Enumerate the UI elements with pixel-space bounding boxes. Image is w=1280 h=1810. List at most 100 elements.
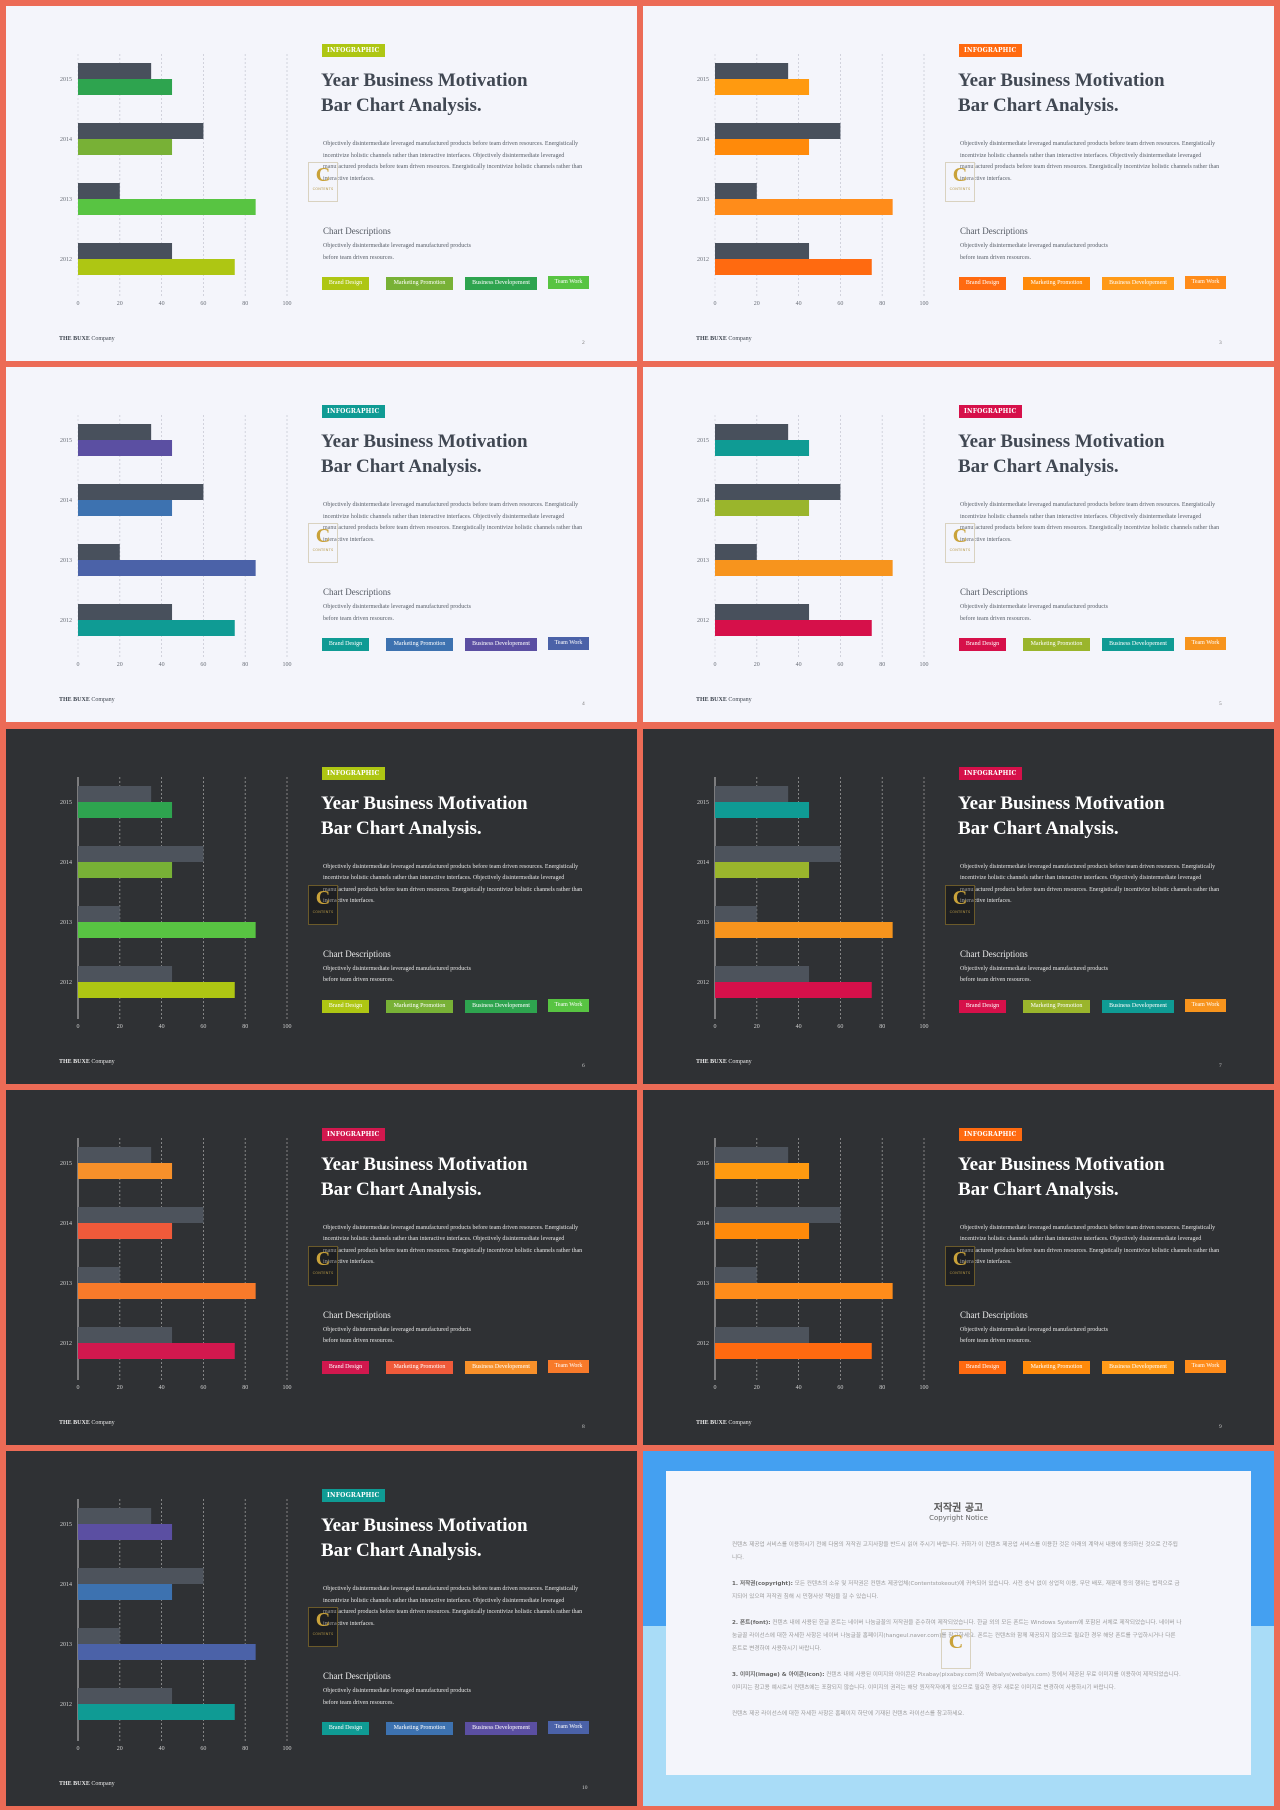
bar-highlight-2015	[78, 801, 173, 818]
slide-body-text: Objectively disintermediate leveraged ma…	[960, 863, 1220, 905]
footer-brand: THE BUXE Company	[696, 1059, 752, 1065]
contents-logo-text: CONTENTS	[312, 1270, 334, 1275]
slide-thumbnail-4[interactable]: 0 20 40 60 80 100 2015 2014 2013 2012 INFOGRAPHIC…	[6, 367, 637, 723]
x-tick-label: 60	[200, 1024, 206, 1030]
slide-thumbnail-3[interactable]: 0 20 40 60 80 100 2015 2014 2013 2012 INFOGRAPHIC…	[643, 6, 1274, 361]
legend-team-work: Team Work	[1185, 637, 1226, 651]
footer-brand-name: THE BUXE	[59, 1419, 90, 1426]
x-tick-label: 40	[159, 301, 165, 307]
footer-brand-company: Company	[728, 697, 752, 704]
legend-team-work: Team Work	[548, 1721, 589, 1735]
bar-highlight-2015	[715, 79, 810, 95]
bar-baseline-2012	[78, 243, 173, 259]
bar-chart: 0 20 40 60 80 100 2015 2014 2013 2012	[6, 1451, 306, 1771]
contents-logo-icon: C	[315, 525, 331, 548]
slide-title-line-1: Year Business Motivation	[321, 1515, 528, 1537]
bar-baseline-2014	[78, 484, 204, 501]
contents-logo-icon: C	[952, 886, 968, 909]
chart-descriptions-heading: Chart Descriptions	[323, 948, 391, 959]
chart-descriptions-text: Objectively disintermediate leveraged ma…	[323, 1326, 471, 1345]
x-tick-label: 20	[117, 662, 123, 668]
y-category-label: 2015	[60, 438, 72, 444]
legend-marketing-promotion: Marketing Promotion	[1023, 1360, 1090, 1374]
footer-brand-name: THE BUXE	[696, 1058, 727, 1065]
footer-brand: THE BUXE Company	[59, 1420, 115, 1426]
slide-title-line-1: Year Business Motivation	[321, 792, 528, 814]
slide-thumbnail-7[interactable]: 0 20 40 60 80 100 2015 2014 2013 2012 INFOGRAPHIC…	[643, 728, 1274, 1084]
slide-title: Year Business Motivation Bar Chart Analy…	[321, 68, 621, 118]
chart-descriptions-text: Objectively disintermediate leveraged ma…	[323, 604, 471, 622]
y-category-label: 2014	[60, 860, 72, 866]
y-category-label: 2013	[697, 1281, 709, 1287]
slide-thumbnail-10[interactable]: 0 20 40 60 80 100 2015 2014 2013 2012 INFOGRAPHIC…	[6, 1451, 637, 1807]
notice-section-body: 모든 컨텐츠의 소유 및 저작권은 컨텐츠 제공업체(Contentstokeo…	[732, 1581, 1180, 1601]
legend-team-work: Team Work	[548, 998, 589, 1012]
legend-marketing-promotion: Marketing Promotion	[386, 638, 453, 652]
y-category-label: 2012	[697, 1341, 709, 1347]
footer-brand-name: THE BUXE	[59, 336, 90, 342]
copyright-notice-slide[interactable]: 저작권 공고 Copyright Notice 컨텐츠 제공업 서비스를 이용하…	[643, 1451, 1274, 1807]
notice-section-copyright: 1. 저작권(copyright): 모든 컨텐츠의 소유 및 저작권은 컨텐츠…	[732, 1578, 1182, 1604]
bar-baseline-2013	[715, 183, 757, 199]
legend-brand-design: Brand Design	[322, 638, 369, 652]
x-tick-label: 60	[837, 1385, 843, 1391]
footer-brand-company: Company	[728, 1058, 752, 1065]
y-category-label: 2015	[697, 438, 709, 444]
footer-brand: THE BUXE Company	[696, 1420, 752, 1426]
chart-legend: Brand Design Marketing Promotion Busines…	[322, 1359, 602, 1375]
bar-baseline-2014	[78, 845, 204, 862]
slide-title-line-2: Bar Chart Analysis.	[321, 456, 482, 478]
x-tick-label: 100	[920, 1024, 929, 1030]
infographic-badge: INFOGRAPHIC	[322, 405, 385, 419]
bar-baseline-2012	[715, 604, 810, 621]
legend-brand-design: Brand Design	[322, 1722, 369, 1736]
chart-legend: Brand Design Marketing Promotion Busines…	[322, 998, 602, 1014]
y-category-label: 2013	[60, 1281, 72, 1287]
slide-title-line-1: Year Business Motivation	[958, 792, 1165, 814]
footer-brand-company: Company	[91, 697, 115, 704]
x-tick-label: 60	[837, 301, 843, 307]
footer-brand: THE BUXE Company	[696, 697, 752, 703]
legend-team-work: Team Work	[1185, 1359, 1226, 1373]
slide-thumbnail-5[interactable]: 0 20 40 60 80 100 2015 2014 2013 2012 INFOGRAPHIC…	[643, 367, 1274, 723]
x-tick-label: 60	[200, 1385, 206, 1391]
x-tick-label: 20	[117, 1385, 123, 1391]
chart-descriptions-text: Objectively disintermediate leveraged ma…	[960, 965, 1108, 984]
y-category-label: 2015	[60, 1522, 72, 1528]
bar-chart: 0 20 40 60 80 100 2015 2014 2013 2012	[643, 6, 943, 326]
slide-thumbnail-2[interactable]: 0 20 40 60 80 100 2015 2014 2013 2012 INFOGRAPHIC…	[6, 6, 637, 361]
x-tick-label: 60	[200, 301, 206, 307]
slide-thumbnail-8[interactable]: 0 20 40 60 80 100 2015 2014 2013 2012 INFOGRAPHIC…	[6, 1089, 637, 1445]
slide-thumbnail-6[interactable]: 0 20 40 60 80 100 2015 2014 2013 2012 INFOGRAPHIC…	[6, 728, 637, 1084]
slide-title-line-2: Bar Chart Analysis.	[958, 95, 1119, 116]
contents-logo-watermark: C CONTENTS	[945, 884, 975, 925]
x-tick-label: 80	[879, 662, 885, 668]
legend-business-development: Business Developement	[1102, 999, 1174, 1013]
contents-logo-text: CONTENTS	[312, 909, 334, 914]
bar-highlight-2015	[78, 440, 173, 457]
slide-thumbnail-9[interactable]: 0 20 40 60 80 100 2015 2014 2013 2012 INFOGRAPHIC…	[643, 1089, 1274, 1445]
y-category-label: 2012	[697, 257, 709, 263]
legend-business-development: Business Developement	[465, 277, 537, 290]
bar-highlight-2012	[78, 620, 235, 637]
chart-legend: Brand Design Marketing Promotion Busines…	[959, 1359, 1239, 1375]
legend-business-development: Business Developement	[465, 999, 537, 1013]
y-category-label: 2015	[697, 1161, 709, 1167]
bar-highlight-2013	[715, 199, 893, 215]
x-tick-label: 60	[200, 662, 206, 668]
x-tick-label: 20	[117, 301, 123, 307]
slide-title-line-2: Bar Chart Analysis.	[958, 456, 1119, 478]
contents-logo-icon: C	[952, 525, 968, 548]
bar-baseline-2012	[78, 1326, 173, 1343]
page-number: 7	[1219, 1062, 1222, 1069]
bar-highlight-2013	[78, 921, 256, 938]
x-tick-label: 100	[920, 1385, 929, 1391]
x-tick-label: 100	[283, 301, 292, 307]
y-category-label: 2012	[697, 980, 709, 986]
contents-logo-text: CONTENTS	[312, 1632, 334, 1637]
x-tick-label: 40	[796, 662, 802, 668]
infographic-badge: INFOGRAPHIC	[959, 44, 1022, 57]
infographic-badge: INFOGRAPHIC	[322, 44, 385, 57]
x-tick-label: 40	[159, 1385, 165, 1391]
bar-baseline-2014	[715, 484, 841, 501]
